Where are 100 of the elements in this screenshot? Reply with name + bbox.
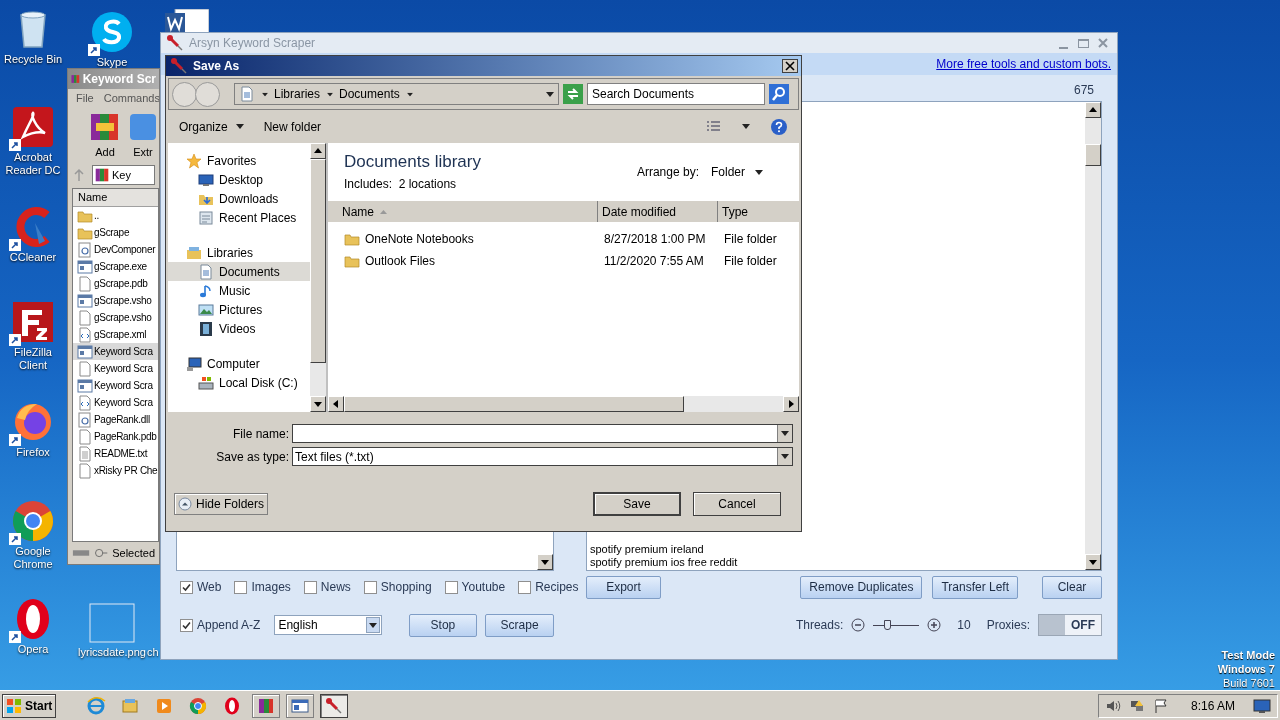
address-bar[interactable]: Libraries Documents (234, 83, 559, 105)
nav-item[interactable]: Pictures (168, 300, 310, 319)
action-button[interactable]: Export (586, 575, 661, 599)
organize-menu[interactable]: Organize (179, 117, 244, 136)
arrange-dropdown[interactable]: Folder (711, 163, 763, 181)
column-header[interactable]: Date modified (598, 201, 718, 222)
nav-item[interactable]: Recent Places (168, 208, 310, 227)
nav-item[interactable]: Libraries (168, 243, 310, 262)
file-row[interactable]: PageRank.dll (73, 411, 158, 428)
toolbar-button[interactable]: Extr (126, 109, 159, 160)
action-button[interactable]: Clear (1042, 575, 1102, 599)
scroll-thumb[interactable] (344, 396, 684, 412)
slider-thumb[interactable] (884, 620, 892, 630)
nav-item[interactable]: Desktop (168, 170, 310, 189)
file-name-cell[interactable]: OneNote Notebooks (365, 230, 474, 248)
file-row[interactable]: Keyword Scra (73, 343, 158, 360)
dialog-button[interactable]: Save (593, 492, 681, 516)
maximize-button[interactable] (1078, 38, 1089, 48)
nav-item[interactable]: Documents (168, 262, 310, 281)
app-logo-icon[interactable] (165, 33, 185, 53)
desktop-icon-label[interactable]: CCleaner (9, 251, 57, 264)
show-desktop-icon[interactable] (1253, 697, 1271, 714)
breadcrumb-item[interactable]: Documents (339, 85, 400, 103)
toolbar-button[interactable]: Add (88, 109, 122, 160)
desktop-icon-label[interactable]: Recycle Bin (3, 53, 63, 66)
hide-folders-button[interactable]: Hide Folders (174, 493, 269, 515)
language-select[interactable]: English (274, 615, 382, 635)
file-row[interactable]: gScrape.pdb (73, 275, 158, 292)
checkbox[interactable] (518, 580, 532, 594)
desktop-icon-label[interactable]: Acrobat Reader DC (1, 151, 65, 177)
nav-item[interactable]: Local Disk (C:) (168, 373, 310, 392)
nav-item[interactable]: Favorites (168, 151, 310, 170)
desktop-icon-label[interactable]: Firefox (16, 446, 50, 459)
checkbox[interactable] (180, 580, 193, 594)
desktop-icon-label[interactable]: Google Chrome (1, 545, 65, 571)
refresh-icon[interactable] (563, 84, 583, 104)
checkbox[interactable] (180, 618, 193, 632)
nav-item[interactable]: Videos (168, 319, 310, 338)
column-header[interactable]: Name (328, 201, 598, 222)
scroll-arrow-button[interactable] (1085, 102, 1101, 118)
menu-item[interactable]: File (76, 90, 94, 107)
action-button[interactable]: Remove Duplicates (800, 575, 923, 599)
document-icon[interactable] (165, 9, 209, 33)
file-row[interactable]: Keyword Scra (73, 394, 158, 411)
action-button[interactable]: Stop (408, 613, 478, 637)
scroll-thumb[interactable] (1085, 144, 1101, 166)
file-name-cell[interactable]: Outlook Files (365, 252, 436, 270)
minus-icon[interactable] (851, 618, 866, 632)
file-row[interactable]: gScrape.xml (73, 326, 158, 343)
nav-item[interactable]: Downloads (168, 189, 310, 208)
close-icon[interactable] (782, 59, 798, 73)
file-row[interactable]: Keyword Scra (73, 360, 158, 377)
checkbox[interactable] (234, 580, 248, 594)
scrollbar[interactable] (1085, 102, 1101, 570)
file-row[interactable]: xRisky PR Che (73, 462, 158, 479)
file-row[interactable]: gScrape (73, 224, 158, 241)
search-field[interactable]: Search Documents (587, 83, 765, 105)
breadcrumb-item[interactable]: Libraries (274, 85, 321, 103)
search-icon[interactable] (769, 84, 789, 104)
library-includes[interactable]: Includes: 2 locations (344, 174, 637, 193)
column-header[interactable]: Name (73, 189, 158, 207)
file-row[interactable]: .. (73, 207, 158, 224)
action-button[interactable]: Transfer Left (932, 575, 1018, 599)
dialog-button[interactable]: Cancel (693, 492, 781, 516)
flag-icon[interactable] (1152, 697, 1169, 714)
scroll-arrow-button[interactable] (783, 396, 799, 412)
address-field[interactable]: Key (92, 165, 155, 185)
file-row[interactable]: Keyword Scra (73, 377, 158, 394)
checkbox[interactable] (303, 580, 317, 594)
scrollbar[interactable] (310, 143, 326, 412)
proxies-toggle[interactable]: OFF (1038, 614, 1102, 636)
scroll-arrow-button[interactable] (1085, 554, 1101, 570)
plus-icon[interactable] (927, 618, 942, 632)
action-button[interactable]: Scrape (485, 613, 554, 637)
scroll-arrow-button[interactable] (310, 143, 326, 159)
scroll-arrow-button[interactable] (328, 396, 344, 412)
menu-item[interactable]: Commands (103, 90, 159, 107)
checkbox[interactable] (363, 580, 377, 594)
checkbox[interactable] (444, 580, 458, 594)
file-row[interactable]: gScrape.exe (73, 258, 158, 275)
clock[interactable]: 8:16 AM (1190, 696, 1235, 715)
desktop-icon-label[interactable]: FileZilla Client (1, 346, 65, 372)
scroll-arrow-button[interactable] (310, 396, 326, 412)
help-icon[interactable] (770, 117, 788, 136)
scroll-thumb[interactable] (310, 159, 326, 363)
column-header[interactable]: Type (718, 201, 799, 222)
file-name-field[interactable] (292, 424, 793, 443)
nav-item[interactable]: Music (168, 281, 310, 300)
save-type-select[interactable]: Text files (*.txt) (292, 447, 793, 466)
app-logo-icon[interactable] (169, 56, 189, 76)
promo-link[interactable]: More free tools and custom bots. (936, 55, 1111, 73)
scroll-arrow-button[interactable] (537, 554, 553, 570)
start-button[interactable]: Start (2, 693, 57, 718)
file-row[interactable]: README.txt (73, 445, 158, 462)
view-list-icon[interactable] (706, 119, 722, 134)
file-row[interactable]: gScrape.vsho (73, 309, 158, 326)
desktop-icon-label[interactable]: Skype (96, 56, 128, 69)
file-row[interactable]: gScrape.vsho (73, 292, 158, 309)
nav-item[interactable]: Computer (168, 354, 310, 373)
new-folder-button[interactable]: New folder (263, 117, 322, 136)
